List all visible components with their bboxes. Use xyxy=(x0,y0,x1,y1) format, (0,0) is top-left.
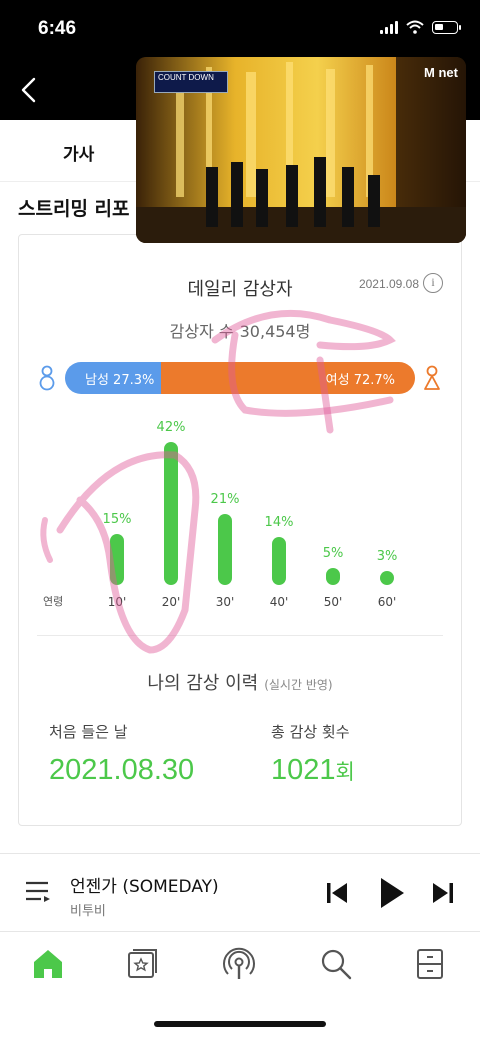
info-icon[interactable]: i xyxy=(423,273,443,293)
age-bar-percent: 3% xyxy=(376,549,398,564)
status-time: 6:46 xyxy=(38,18,77,39)
library-icon[interactable] xyxy=(412,946,448,982)
age-group-label: 30' xyxy=(215,595,235,609)
listening-history-heading: 나의 감상 이력 xyxy=(147,673,259,694)
age-bar-percent: 15% xyxy=(102,512,132,527)
status-bar: 6:46 xyxy=(0,0,480,60)
listener-count-value: 30,454명 xyxy=(239,322,311,341)
age-group-label: 60' xyxy=(377,595,397,609)
playlist-star-icon[interactable] xyxy=(124,946,160,982)
age-bar-3 xyxy=(218,513,232,585)
play-icon[interactable] xyxy=(378,876,406,910)
total-plays-unit: 회 xyxy=(335,760,355,784)
realtime-note: (실시간 반영) xyxy=(264,678,333,692)
age-bar-2 xyxy=(164,442,178,585)
first-listen-date: 2021.08.30 xyxy=(49,754,195,786)
wifi-icon xyxy=(406,20,424,34)
cellular-signal-icon xyxy=(380,20,398,34)
age-bar-percent: 21% xyxy=(210,491,240,507)
show-logo: COUNT DOWN xyxy=(154,71,228,93)
total-plays-value: 1021회 xyxy=(271,754,355,787)
male-share-bar: 남성 27.3% xyxy=(65,362,161,394)
channel-logo: M net xyxy=(424,65,458,80)
male-icon xyxy=(39,365,55,391)
total-plays-label: 총 감상 횟수 xyxy=(271,723,350,741)
gender-ratio-bar: 남성 27.3% 여성 72.7% xyxy=(65,362,415,394)
tab-lyrics[interactable]: 가사 xyxy=(63,140,94,165)
age-bar-percent: 14% xyxy=(264,515,294,531)
pip-video-player[interactable]: COUNT DOWN M net xyxy=(136,57,466,243)
age-axis-label: 연령 xyxy=(43,595,64,608)
first-listen-label: 처음 들은 날 xyxy=(49,723,128,741)
previous-track-icon[interactable] xyxy=(326,881,348,905)
playlist-icon[interactable] xyxy=(24,880,52,904)
listener-count: 감상자 수 30,454명 xyxy=(19,318,461,342)
back-icon[interactable] xyxy=(14,74,46,106)
divider xyxy=(37,635,443,636)
age-group-label: 20' xyxy=(161,595,181,609)
age-bar-percent: 42% xyxy=(156,420,186,436)
age-bar-percent: 5% xyxy=(322,546,344,561)
female-share-label: 여성 72.7% xyxy=(325,373,395,388)
age-bar-5 xyxy=(326,568,340,585)
status-icons xyxy=(380,20,461,34)
battery-icon xyxy=(432,20,461,34)
total-plays-count: 1021 xyxy=(271,754,336,786)
age-group-label: 40' xyxy=(269,595,289,609)
age-bar-4 xyxy=(272,537,286,585)
search-icon[interactable] xyxy=(318,946,354,982)
age-group-label: 50' xyxy=(323,595,343,609)
age-bar-1 xyxy=(110,534,124,585)
listener-report-card: 데일리 감상자 2021.09.08 i 감상자 수 30,454명 남성 27.… xyxy=(18,234,462,826)
male-share-label: 남성 27.3% xyxy=(85,373,155,388)
next-track-icon[interactable] xyxy=(432,881,454,905)
song-title[interactable]: 언젠가 (SOMEDAY) xyxy=(70,872,219,897)
song-artist[interactable]: 비투비 xyxy=(70,900,106,919)
listening-history-title: 나의 감상 이력 (실시간 반영) xyxy=(19,669,461,695)
listener-count-label: 감상자 수 xyxy=(169,322,234,341)
age-distribution-chart: 연령 15% 10' 42% 20' 21% 30' 14% 40' 5% 50' 3% 60' xyxy=(19,415,463,615)
daily-date: 2021.09.08 xyxy=(358,277,419,291)
age-bar-6 xyxy=(380,571,394,585)
home-indicator xyxy=(154,1021,326,1027)
podcast-icon[interactable] xyxy=(221,946,257,982)
age-group-label: 10' xyxy=(107,595,127,609)
mini-player[interactable]: 언젠가 (SOMEDAY) 비투비 xyxy=(0,853,480,931)
female-icon xyxy=(424,365,440,390)
home-icon[interactable] xyxy=(30,946,66,982)
female-share-bar: 여성 72.7% xyxy=(160,362,415,394)
section-title: 스트리밍 리포 xyxy=(18,198,130,220)
bottom-nav xyxy=(0,931,480,1001)
